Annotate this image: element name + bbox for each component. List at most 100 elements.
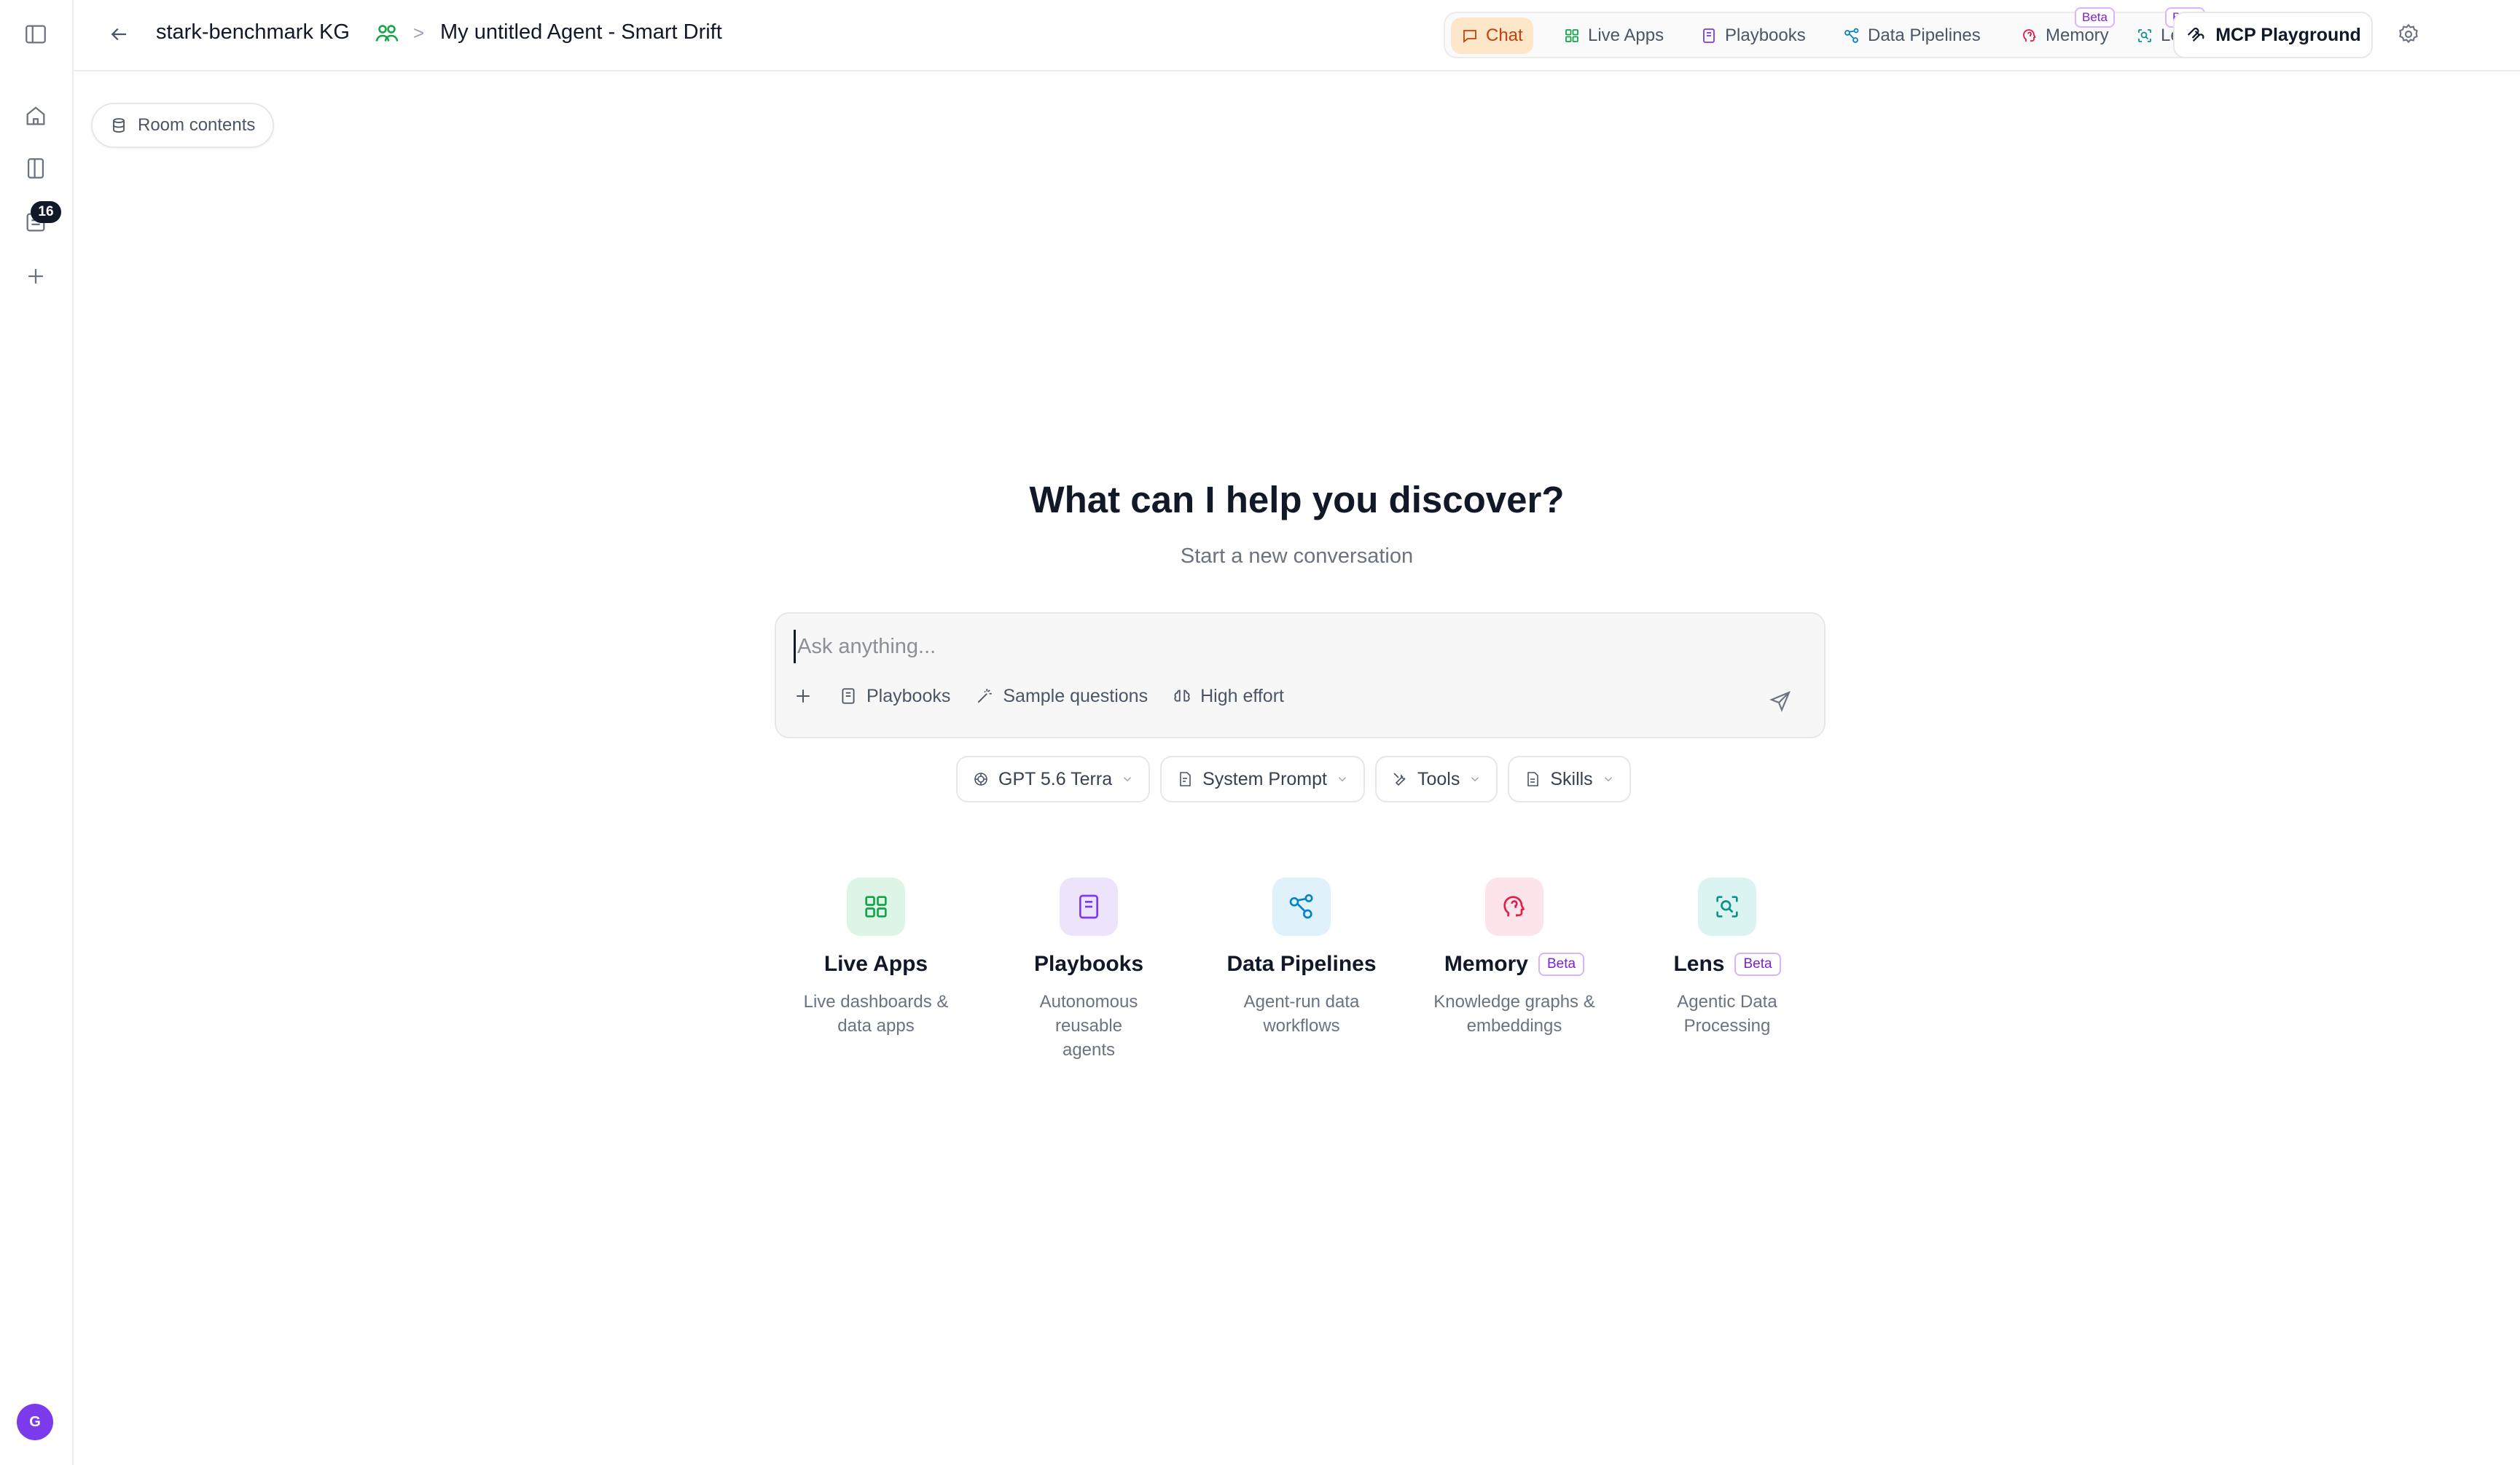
tools-label: Tools [1417, 768, 1460, 789]
tab-playbooks[interactable]: Playbooks [1690, 17, 1816, 54]
notebook-icon[interactable] [19, 152, 52, 185]
attach-button[interactable] [792, 685, 814, 707]
plus-icon [797, 689, 810, 703]
mcp-playground-label: MCP Playground [2215, 24, 2361, 45]
chevron-down-icon [1338, 777, 1346, 782]
room-contents-label: Room contents [138, 115, 256, 135]
breadcrumb-separator: > [413, 22, 425, 44]
grid-icon [1565, 29, 1578, 42]
system-prompt-selector[interactable]: System Prompt [1160, 756, 1365, 802]
effort-label: High effort [1200, 685, 1284, 706]
sample-questions-button[interactable]: Sample questions [975, 686, 1148, 707]
gear-icon[interactable] [2392, 17, 2425, 51]
share-nodes-icon [1844, 28, 1859, 43]
agent-config-bar: GPT 5.6 Terra System Prompt Tools Skills [956, 756, 1631, 802]
feature-lens[interactable]: Lens Beta Agentic Data Processing [1643, 878, 1811, 1038]
mcp-playground-button[interactable]: MCP Playground [2173, 12, 2373, 58]
model-selector-label: GPT 5.6 Terra [998, 768, 1113, 789]
feature-grid: Live Apps Live dashboards & data apps Pl… [792, 878, 1856, 1060]
feature-data-pipelines[interactable]: Data Pipelines Agent-run data workflows [1218, 878, 1385, 1038]
feature-description-line: agents [1062, 1040, 1116, 1060]
breadcrumb-agent[interactable]: My untitled Agent - Smart Drift [440, 20, 722, 44]
feature-description: Agent-run data workflows [1218, 990, 1385, 1038]
tools-icon [1393, 773, 1406, 786]
mcp-icon [2188, 28, 2204, 42]
user-avatar[interactable]: G [17, 1404, 53, 1440]
feature-description-line: Live dashboards & [803, 992, 949, 1012]
wand-icon [978, 689, 993, 703]
feature-title: Playbooks [1033, 952, 1144, 976]
book-icon [1060, 878, 1118, 936]
feature-description: Knowledge graphs & embeddings [1431, 990, 1598, 1038]
feature-memory[interactable]: Memory Beta Knowledge graphs & embedding… [1431, 878, 1598, 1038]
head-icon [2023, 29, 2036, 42]
chevron-down-icon [1471, 777, 1479, 782]
feature-live-apps[interactable]: Live Apps Live dashboards & data apps [792, 878, 960, 1038]
top-bar: stark-benchmark KG > My untitled Agent -… [74, 0, 2520, 71]
feature-description-line: Knowledge graphs & [1433, 992, 1595, 1012]
scan-search-icon [2138, 29, 2151, 42]
left-sidebar: 16 G [0, 0, 74, 1465]
tasks-count-badge: 16 [31, 201, 61, 223]
users-icon [374, 20, 400, 47]
feature-playbooks[interactable]: Playbooks Autonomous reusable agents [1005, 878, 1173, 1062]
chevron-down-icon [1604, 777, 1612, 782]
effort-button[interactable]: High effort [1173, 686, 1284, 707]
tab-memory-label: Memory [2046, 26, 2109, 45]
send-icon[interactable] [1766, 687, 1795, 716]
tools-selector[interactable]: Tools [1374, 756, 1498, 802]
add-icon[interactable] [19, 259, 52, 293]
prompt-file-icon [1180, 772, 1191, 786]
feature-description-line: workflows [1263, 1016, 1340, 1036]
tab-memory[interactable]: Memory Beta [2011, 7, 2119, 54]
model-selector[interactable]: GPT 5.6 Terra [956, 756, 1151, 802]
app-root: 16 G stark-benchmark KG > My untitled Ag… [0, 0, 2520, 1465]
feature-description: Live dashboards & data apps [792, 990, 960, 1038]
skills-selector[interactable]: Skills [1508, 756, 1631, 802]
book-icon [1703, 28, 1715, 43]
feature-title: Live Apps [823, 952, 928, 976]
grid-icon [847, 878, 905, 936]
feature-description-line: Autonomous reusable [1039, 992, 1138, 1036]
beta-badge: Beta [1734, 953, 1781, 976]
memory-beta-badge: Beta [2075, 7, 2115, 28]
chevron-down-icon [1124, 777, 1132, 782]
openai-icon [974, 773, 987, 786]
book-icon [842, 688, 855, 704]
room-contents-button[interactable]: Room contents [91, 103, 275, 148]
tab-chat[interactable]: Chat [1451, 17, 1533, 54]
feature-title: Lens [1673, 952, 1725, 976]
composer-toolbar: Playbooks Sample questions High effort [792, 685, 1284, 707]
feature-title: Data Pipelines [1226, 952, 1377, 976]
tab-live-apps-label: Live Apps [1588, 26, 1664, 45]
head-icon [1485, 878, 1543, 936]
tab-live-apps[interactable]: Live Apps [1553, 17, 1674, 54]
hero-title: What can I help you discover? [1029, 479, 1565, 520]
feature-description-line: Processing [1683, 1016, 1771, 1036]
home-icon[interactable] [19, 99, 52, 133]
tab-playbooks-label: Playbooks [1725, 26, 1806, 45]
scan-search-icon [1698, 878, 1756, 936]
tab-data-pipelines-label: Data Pipelines [1868, 26, 1981, 45]
feature-title: Memory [1444, 952, 1528, 976]
chat-composer: Playbooks Sample questions High effort [775, 612, 1826, 738]
chat-input[interactable] [794, 630, 1785, 663]
back-arrow-icon[interactable] [102, 17, 136, 51]
breadcrumb-room[interactable]: stark-benchmark KG [156, 20, 350, 44]
chat-icon [1463, 30, 1476, 43]
playbooks-button-label: Playbooks [866, 685, 951, 706]
system-prompt-label: System Prompt [1202, 768, 1327, 789]
feature-description-line: data apps [837, 1016, 915, 1036]
feature-description: Agentic Data Processing [1643, 990, 1811, 1038]
skills-label: Skills [1550, 768, 1593, 789]
hero-subtitle: Start a new conversation [1180, 544, 1414, 568]
database-icon [113, 118, 125, 133]
sidebar-toggle-icon[interactable] [19, 17, 52, 51]
playbooks-button[interactable]: Playbooks [839, 686, 950, 707]
tab-data-pipelines[interactable]: Data Pipelines [1833, 17, 1991, 54]
feature-description-line: embeddings [1466, 1016, 1562, 1036]
sample-questions-label: Sample questions [1003, 685, 1149, 706]
feature-description-line: Agent-run data [1243, 992, 1360, 1012]
feature-description: Autonomous reusable agents [1005, 990, 1173, 1062]
feature-description-line: Agentic Data [1677, 992, 1777, 1012]
